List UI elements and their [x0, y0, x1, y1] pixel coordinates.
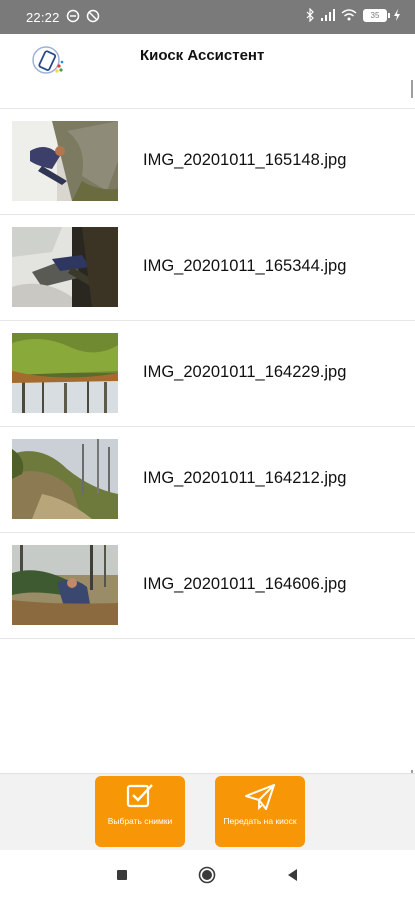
- signal-icon: [321, 9, 335, 21]
- battery-level: 35: [370, 10, 380, 20]
- list-item[interactable]: IMG_20201011_164606.jpg: [0, 532, 415, 639]
- file-name: IMG_20201011_165148.jpg: [143, 151, 347, 169]
- wifi-icon: [341, 9, 357, 21]
- select-images-button[interactable]: Выбрать снимки: [95, 776, 185, 847]
- blocked-icon: [86, 9, 100, 23]
- send-to-kiosk-button[interactable]: Передать на киоск: [215, 776, 305, 847]
- app-bar: Киоск Ассистент: [0, 34, 415, 106]
- file-name: IMG_20201011_164606.jpg: [143, 575, 347, 593]
- image-thumbnail: [12, 121, 118, 201]
- recents-icon[interactable]: [116, 869, 128, 881]
- select-images-label: Выбрать снимки: [107, 816, 173, 826]
- bluetooth-icon: [306, 8, 314, 22]
- image-thumbnail: [12, 545, 118, 625]
- status-bar: 22:22 35: [0, 0, 415, 34]
- list-item[interactable]: IMG_20201011_164229.jpg: [0, 320, 415, 427]
- list-divider: [0, 638, 415, 640]
- file-name: IMG_20201011_164229.jpg: [143, 363, 347, 381]
- app-title: Киоск Ассистент: [140, 47, 265, 64]
- kiosk-phone-icon: [32, 46, 64, 74]
- send-to-kiosk-label: Передать на киоск: [223, 816, 297, 826]
- sync-icon: [66, 9, 80, 23]
- home-icon[interactable]: [198, 866, 216, 884]
- list-item[interactable]: IMG_20201011_165148.jpg: [0, 108, 415, 215]
- file-name: IMG_20201011_165344.jpg: [143, 257, 347, 275]
- action-bar: Выбрать снимки Передать на киоск: [0, 773, 415, 851]
- back-icon[interactable]: [286, 868, 298, 882]
- list-item[interactable]: IMG_20201011_164212.jpg: [0, 426, 415, 533]
- image-thumbnail: [12, 439, 118, 519]
- checkbox-icon: [126, 784, 153, 808]
- charging-icon: [394, 9, 400, 21]
- paper-plane-icon: [245, 784, 275, 811]
- scroll-indicator: [411, 80, 413, 98]
- battery-icon: 35: [363, 8, 390, 22]
- list-item[interactable]: IMG_20201011_165344.jpg: [0, 214, 415, 321]
- file-name: IMG_20201011_164212.jpg: [143, 469, 347, 487]
- image-thumbnail: [12, 227, 118, 307]
- system-nav-bar: [0, 850, 415, 900]
- status-time: 22:22: [26, 10, 60, 25]
- image-thumbnail: [12, 333, 118, 413]
